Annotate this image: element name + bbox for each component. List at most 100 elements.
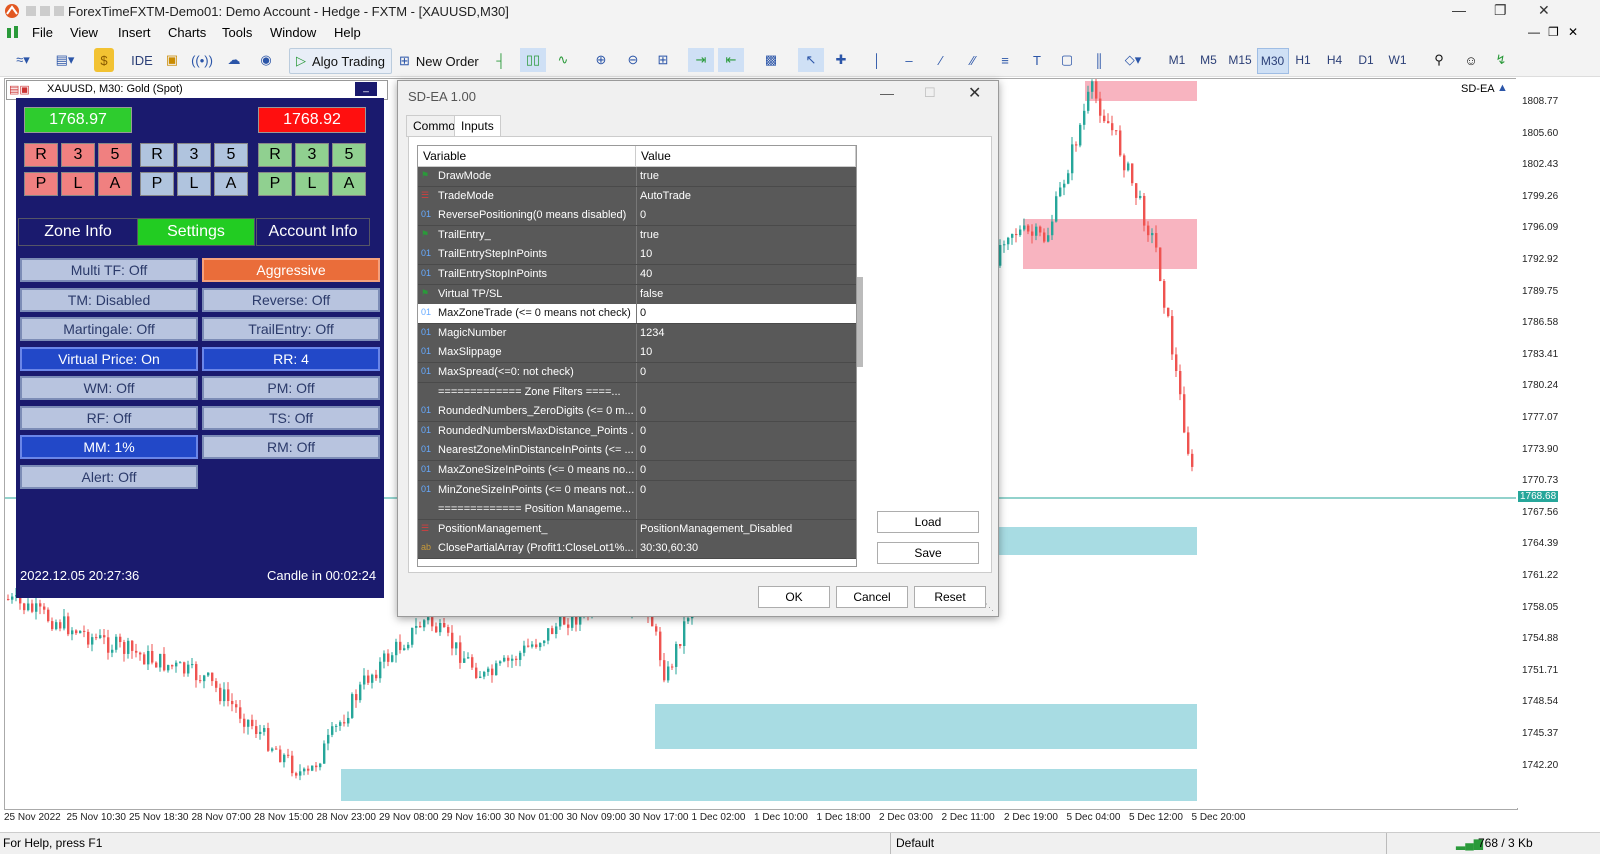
grid-button[interactable]: L: [177, 172, 211, 196]
mdi-minimize-button[interactable]: —: [1528, 25, 1540, 39]
shapes-icon[interactable]: ▢: [1056, 48, 1078, 72]
timeframe-m15[interactable]: M15: [1225, 48, 1255, 72]
grid-button[interactable]: A: [98, 172, 132, 196]
panel-tab-zone-info[interactable]: Zone Info: [18, 218, 138, 246]
input-row[interactable]: ============= Zone Filters ====...: [418, 382, 856, 403]
tile-windows-icon[interactable]: ⊞: [652, 48, 674, 72]
market-icon[interactable]: $: [94, 48, 114, 72]
multi-tf-off-button[interactable]: Multi TF: Off: [20, 258, 198, 282]
input-row[interactable]: 01 MaxZoneTrade (<= 0 means not check) 0: [418, 304, 856, 325]
mdi-restore-button[interactable]: ❐: [1548, 25, 1559, 39]
input-row[interactable]: 01 RoundedNumbers_ZeroDigits (<= 0 m... 0: [418, 402, 856, 423]
column-variable[interactable]: Variable: [418, 146, 636, 167]
trailentry-off-button[interactable]: TrailEntry: Off: [202, 317, 380, 341]
grid-button[interactable]: L: [295, 172, 329, 196]
minimize-button[interactable]: —: [1452, 2, 1466, 18]
rm-off-button[interactable]: RM: Off: [202, 435, 380, 459]
input-row[interactable]: ⚑ TrailEntry_ true: [418, 225, 856, 246]
menu-window[interactable]: Window: [270, 25, 316, 40]
panel-minimize-button[interactable]: _: [355, 82, 377, 96]
grid-button[interactable]: L: [61, 172, 95, 196]
menu-insert[interactable]: Insert: [118, 25, 151, 40]
aggressive-button[interactable]: Aggressive: [202, 258, 380, 282]
rf-off-button[interactable]: RF: Off: [20, 405, 198, 430]
input-row[interactable]: 01 MagicNumber 1234: [418, 323, 856, 344]
timeframe-m30[interactable]: M30: [1256, 48, 1289, 74]
variable-value[interactable]: 1234: [640, 327, 664, 339]
variable-value[interactable]: true: [640, 229, 659, 241]
dialog-minimize-button[interactable]: —: [880, 85, 894, 101]
ts-off-button[interactable]: TS: Off: [202, 405, 380, 430]
account-icon[interactable]: ☺: [1460, 48, 1482, 72]
menu-file[interactable]: File: [32, 25, 53, 40]
martingale-off-button[interactable]: Martingale: Off: [20, 317, 198, 341]
screenshot-icon[interactable]: ▩: [760, 48, 782, 72]
trendline-icon[interactable]: ∕: [930, 48, 952, 72]
zoom-out-icon[interactable]: ⊖: [622, 48, 644, 72]
input-row[interactable]: 01 NearestZoneMinDistanceInPoints (<= ...…: [418, 441, 856, 462]
mdi-close-button[interactable]: ✕: [1568, 25, 1578, 39]
bar-chart-icon[interactable]: ┤: [490, 48, 512, 72]
grid-button[interactable]: A: [332, 172, 366, 196]
chart-shift-icon[interactable]: ⇤: [718, 48, 744, 72]
grid-button[interactable]: 5: [332, 143, 366, 167]
variable-value[interactable]: 30:30,60:30: [640, 542, 698, 554]
templates-icon[interactable]: ▤▾: [50, 48, 80, 72]
candles-icon[interactable]: ▯▯: [520, 48, 546, 72]
timeframe-w1[interactable]: W1: [1383, 48, 1413, 72]
column-value[interactable]: Value: [636, 146, 856, 167]
reset-button[interactable]: Reset: [914, 586, 986, 608]
grid-button[interactable]: 5: [98, 143, 132, 167]
zoom-in-icon[interactable]: ⊕: [590, 48, 612, 72]
ide-button[interactable]: IDE: [130, 48, 154, 72]
cursor-icon[interactable]: ↖: [798, 48, 824, 72]
objects-icon[interactable]: ◇▾: [1118, 48, 1148, 72]
input-row[interactable]: ☰ PositionManagement_ PositionManagement_D…: [418, 519, 856, 540]
indicators-icon[interactable]: ║: [1088, 48, 1110, 72]
input-row[interactable]: ⚑ Virtual TP/SL false: [418, 284, 856, 305]
auto-scroll-icon[interactable]: ⇥: [688, 48, 714, 72]
menu-view[interactable]: View: [70, 25, 98, 40]
algo-trading-button[interactable]: ▷ Algo Trading: [289, 48, 392, 74]
grid-button[interactable]: 3: [177, 143, 211, 167]
variable-value[interactable]: 0: [640, 209, 646, 221]
grid-scrollbar[interactable]: [857, 277, 863, 367]
crosshair-icon[interactable]: ✚: [830, 48, 852, 72]
vertical-line-icon[interactable]: │: [866, 48, 888, 72]
variable-value[interactable]: 0: [640, 366, 646, 378]
signal-level-icon[interactable]: ↯: [1490, 48, 1512, 72]
variable-value[interactable]: 0: [640, 464, 646, 476]
input-row[interactable]: 01 MaxZoneSizeInPoints (<= 0 means no... 0: [418, 461, 856, 481]
text-icon[interactable]: T: [1026, 48, 1048, 72]
grid-button[interactable]: 3: [61, 143, 95, 167]
maximize-button[interactable]: ❐: [1494, 2, 1507, 19]
variable-value[interactable]: false: [640, 288, 663, 300]
grid-button[interactable]: P: [24, 172, 58, 196]
chart-type-icon[interactable]: ≈▾: [8, 48, 38, 72]
variable-value[interactable]: 40: [640, 268, 652, 280]
grid-button[interactable]: P: [258, 172, 292, 196]
menu-tools[interactable]: Tools: [222, 25, 252, 40]
variable-value[interactable]: 0: [640, 425, 646, 437]
input-row[interactable]: ☰ TradeMode AutoTrade: [418, 186, 856, 207]
grid-button[interactable]: R: [258, 143, 292, 167]
input-row[interactable]: 01 RoundedNumbersMaxDistance_Points ... 0: [418, 421, 856, 442]
variable-value[interactable]: 0: [640, 405, 646, 417]
panel-tab-settings[interactable]: Settings: [137, 218, 255, 246]
search-icon[interactable]: ⚲: [1428, 48, 1450, 72]
reverse-off-button[interactable]: Reverse: Off: [202, 287, 380, 312]
horizontal-line-icon[interactable]: –: [898, 48, 920, 72]
grid-button[interactable]: R: [140, 143, 174, 167]
pm-off-button[interactable]: PM: Off: [202, 376, 380, 400]
variable-value[interactable]: true: [640, 170, 659, 182]
variable-value[interactable]: AutoTrade: [640, 190, 691, 202]
variable-value[interactable]: 10: [640, 346, 652, 358]
rr-4-button[interactable]: RR: 4: [202, 346, 380, 371]
input-row[interactable]: ⚑ DrawMode true: [418, 167, 856, 187]
fibonacci-icon[interactable]: ≡: [994, 48, 1016, 72]
tab-inputs[interactable]: Inputs: [454, 115, 501, 137]
timeframe-m5[interactable]: M5: [1194, 48, 1224, 72]
timeframe-m1[interactable]: M1: [1162, 48, 1192, 72]
grid-button[interactable]: R: [24, 143, 58, 167]
menu-charts[interactable]: Charts: [168, 25, 206, 40]
